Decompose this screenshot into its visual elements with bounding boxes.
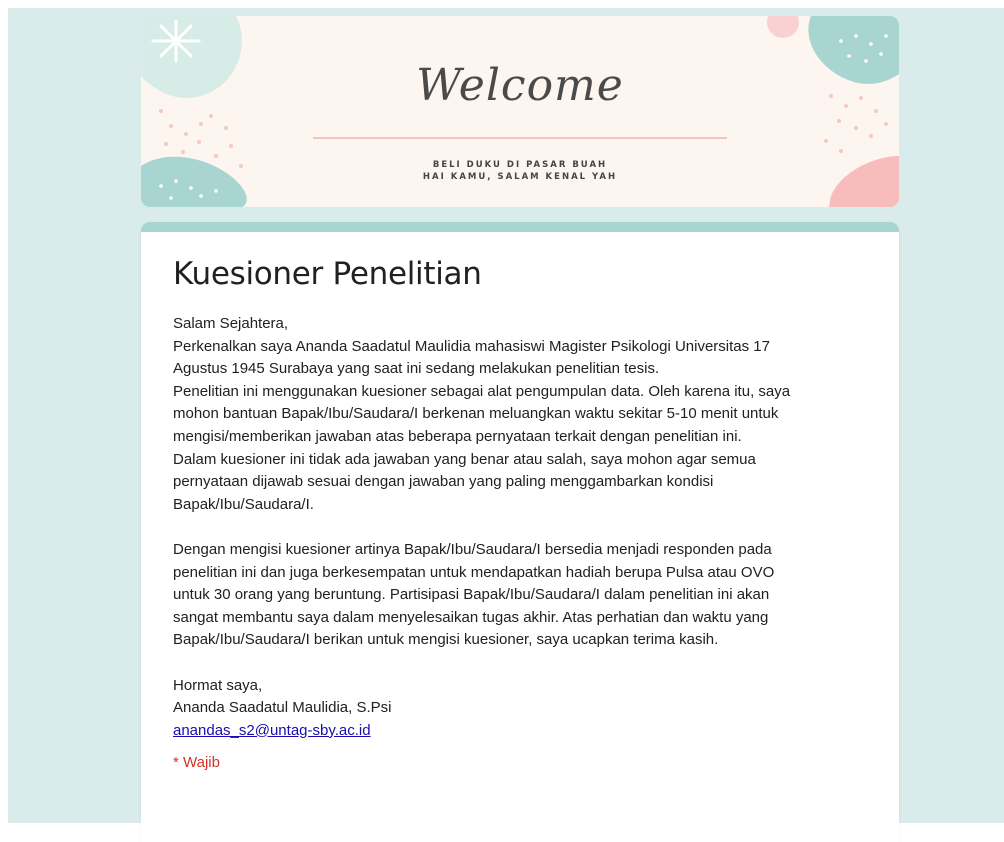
- form-description: Salam Sejahtera, Perkenalkan saya Ananda…: [173, 315, 791, 717]
- banner-subtitle-line-1: BELI DUKU DI PASAR BUAH: [432, 160, 608, 170]
- banner-subtitle-line-2: HAI KAMU, SALAM KENAL YAH: [422, 172, 618, 182]
- banner-subtitle: BELI DUKU DI PASAR BUAH HAI KAMU, SALAM …: [141, 159, 899, 183]
- form-header-card: Kuesioner Penelitian Salam Sejahtera, Pe…: [141, 222, 899, 842]
- header-banner: Welcome BELI DUKU DI PASAR BUAH HAI KAMU…: [141, 16, 899, 207]
- email-link[interactable]: anandas_s2@untag-sby.ac.id: [173, 720, 371, 742]
- card-accent-bar: [141, 222, 899, 232]
- banner-divider: [313, 137, 727, 139]
- banner-title: Welcome: [416, 60, 624, 111]
- required-note: * Wajib: [173, 753, 220, 771]
- form-title: Kuesioner Penelitian: [173, 256, 482, 292]
- form-container: Welcome BELI DUKU DI PASAR BUAH HAI KAMU…: [141, 16, 899, 842]
